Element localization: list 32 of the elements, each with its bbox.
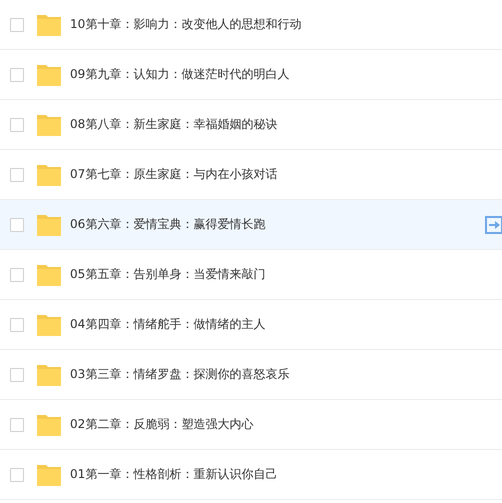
folder-name[interactable]: 05第五章：告别单身：当爱情来敲门 <box>70 266 266 283</box>
folder-icon <box>37 114 61 136</box>
folder-name[interactable]: 07第七章：原生家庭：与内在小孩对话 <box>70 166 278 183</box>
folder-icon <box>37 164 61 186</box>
checkbox[interactable] <box>10 18 24 32</box>
folder-name[interactable]: 03第三章：情绪罗盘：探测你的喜怒哀乐 <box>70 366 290 383</box>
folder-icon <box>37 264 61 286</box>
checkbox[interactable] <box>10 468 24 482</box>
checkbox[interactable] <box>10 368 24 382</box>
move-arrow-icon[interactable] <box>485 216 502 234</box>
folder-icon <box>37 414 61 436</box>
checkbox[interactable] <box>10 118 24 132</box>
folder-name[interactable]: 04第四章：情绪舵手：做情绪的主人 <box>70 316 266 333</box>
folder-icon <box>37 64 61 86</box>
checkbox[interactable] <box>10 418 24 432</box>
folder-icon <box>37 314 61 336</box>
folder-name[interactable]: 06第六章：爱情宝典：赢得爱情长跑 <box>70 216 266 233</box>
checkbox[interactable] <box>10 68 24 82</box>
checkbox[interactable] <box>10 268 24 282</box>
folder-name[interactable]: 09第九章：认知力：做迷茫时代的明白人 <box>70 66 290 83</box>
folder-icon <box>37 214 61 236</box>
checkbox[interactable] <box>10 218 24 232</box>
folder-name[interactable]: 10第十章：影响力：改变他人的思想和行动 <box>70 16 302 33</box>
folder-name[interactable]: 01第一章：性格剖析：重新认识你自己 <box>70 466 278 483</box>
folder-icon <box>37 464 61 486</box>
folder-row[interactable]: 06第六章：爱情宝典：赢得爱情长跑 <box>0 200 502 250</box>
folder-name[interactable]: 08第八章：新生家庭：幸福婚姻的秘诀 <box>70 116 278 133</box>
checkbox[interactable] <box>10 318 24 332</box>
checkbox[interactable] <box>10 168 24 182</box>
folder-icon <box>37 14 61 36</box>
folder-name[interactable]: 02第二章：反脆弱：塑造强大内心 <box>70 416 254 433</box>
folder-icon <box>37 364 61 386</box>
